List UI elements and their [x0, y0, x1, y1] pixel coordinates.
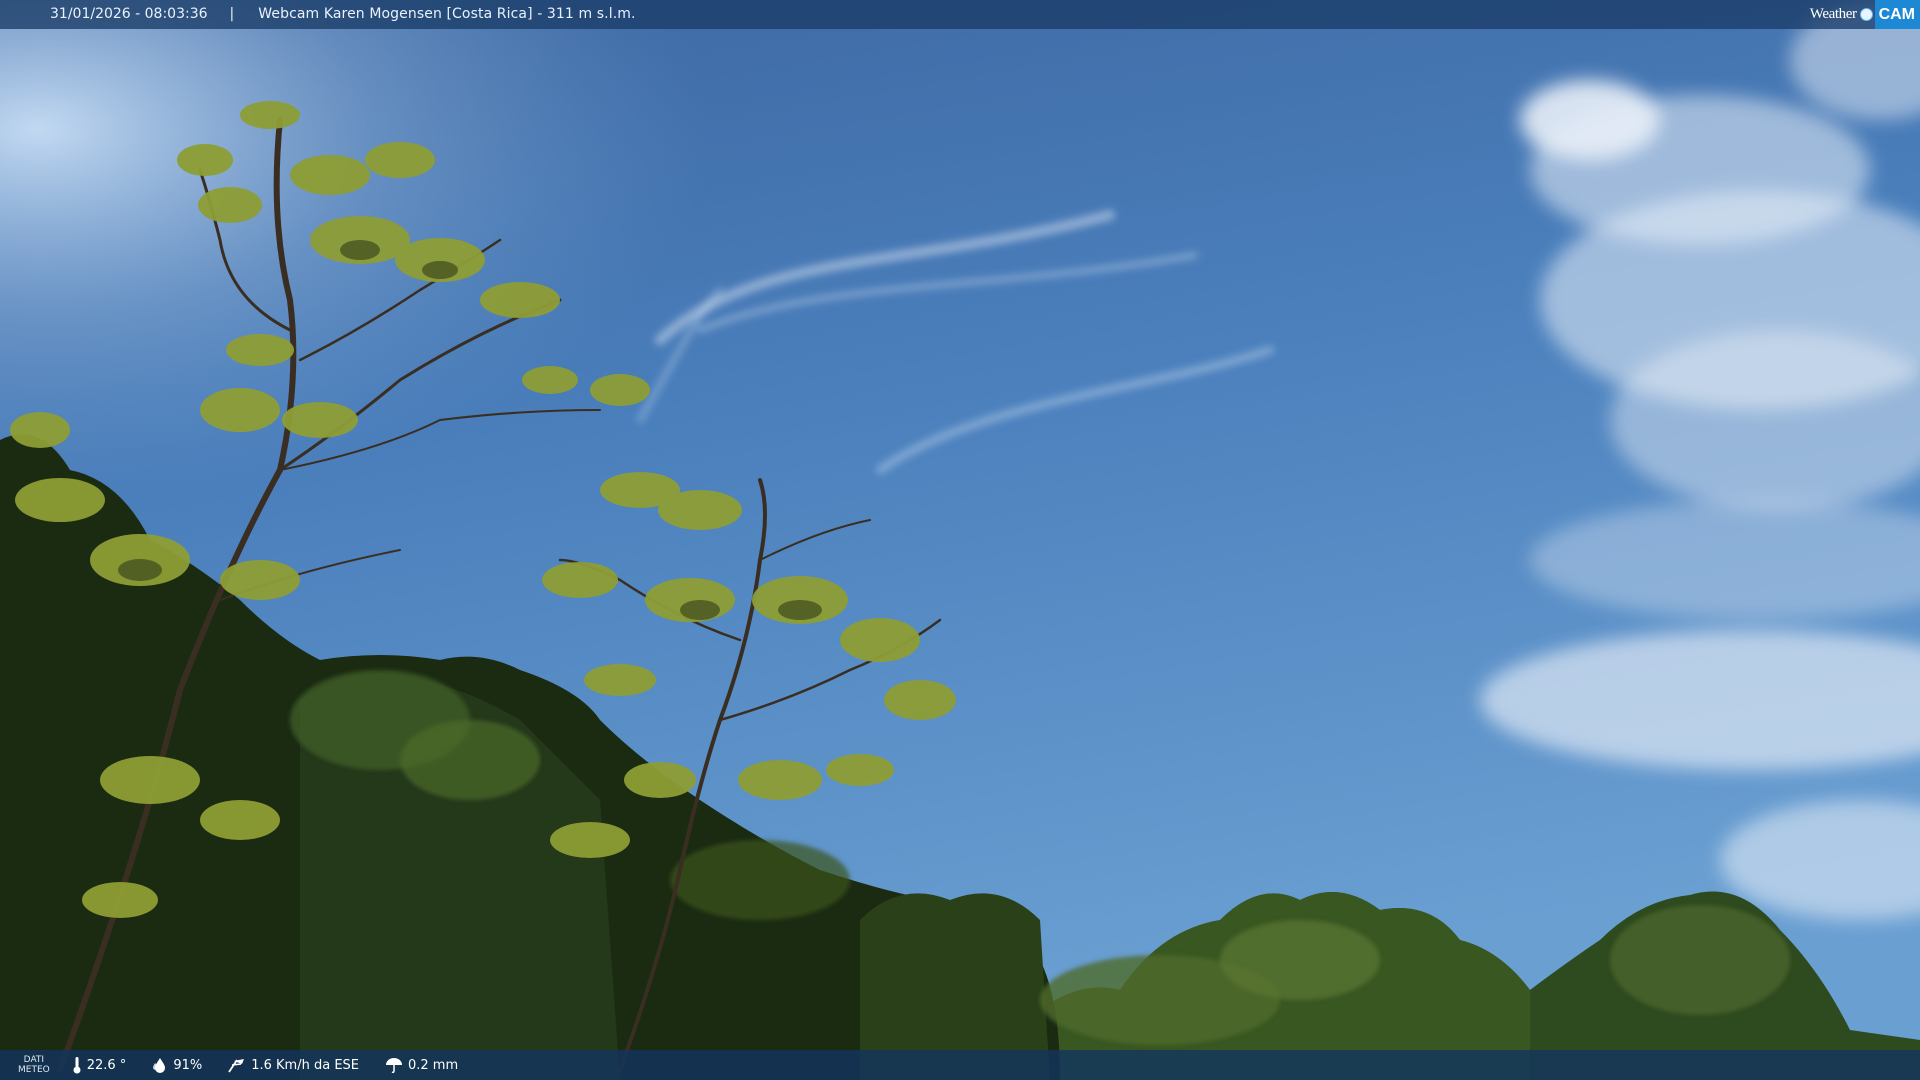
webcam-title: Webcam Karen Mogensen [Costa Rica] - 311…	[258, 6, 636, 22]
rain-stat: 0.2 mm	[385, 1057, 458, 1073]
humidity-stat: 91%	[152, 1057, 202, 1073]
header-separator: |	[229, 6, 235, 22]
rain-umbrella-icon	[386, 1058, 402, 1073]
humidity-drop-icon	[153, 1058, 166, 1073]
weather-label-line2: METEO	[18, 1065, 50, 1075]
temperature-stat: 22.6 °	[72, 1056, 127, 1074]
logo-dot-icon	[1859, 8, 1873, 21]
webcam-viewport: 31/01/2026 - 08:03:36 | Webcam Karen Mogen…	[0, 0, 1920, 1080]
wind-stat: 1.6 Km/h da ESE	[228, 1057, 359, 1073]
wind-value: 1.6 Km/h da ESE	[251, 1057, 359, 1073]
weather-label-line1: DATI	[23, 1055, 45, 1065]
logo-cam-text: CAM	[1874, 0, 1920, 29]
rain-value: 0.2 mm	[408, 1057, 459, 1073]
thermometer-icon	[73, 1057, 81, 1074]
top-info-bar: 31/01/2026 - 08:03:36 | Webcam Karen Mogen…	[0, 0, 1920, 29]
logo-weather-text: Weather	[1809, 6, 1857, 22]
weather-data-bar: DATI METEO 22.6 ° 91% 1.6 Km/h da ESE 0.…	[0, 1050, 1920, 1080]
humidity-value: 91%	[173, 1057, 203, 1073]
temperature-value: 22.6 °	[86, 1057, 127, 1073]
webcam-image	[0, 0, 1920, 1080]
timestamp: 31/01/2026 - 08:03:36	[50, 6, 208, 22]
wind-icon	[228, 1059, 245, 1073]
weather-data-label: DATI METEO	[18, 1055, 50, 1075]
weathercam-logo[interactable]: Weather CAM	[1810, 0, 1920, 29]
